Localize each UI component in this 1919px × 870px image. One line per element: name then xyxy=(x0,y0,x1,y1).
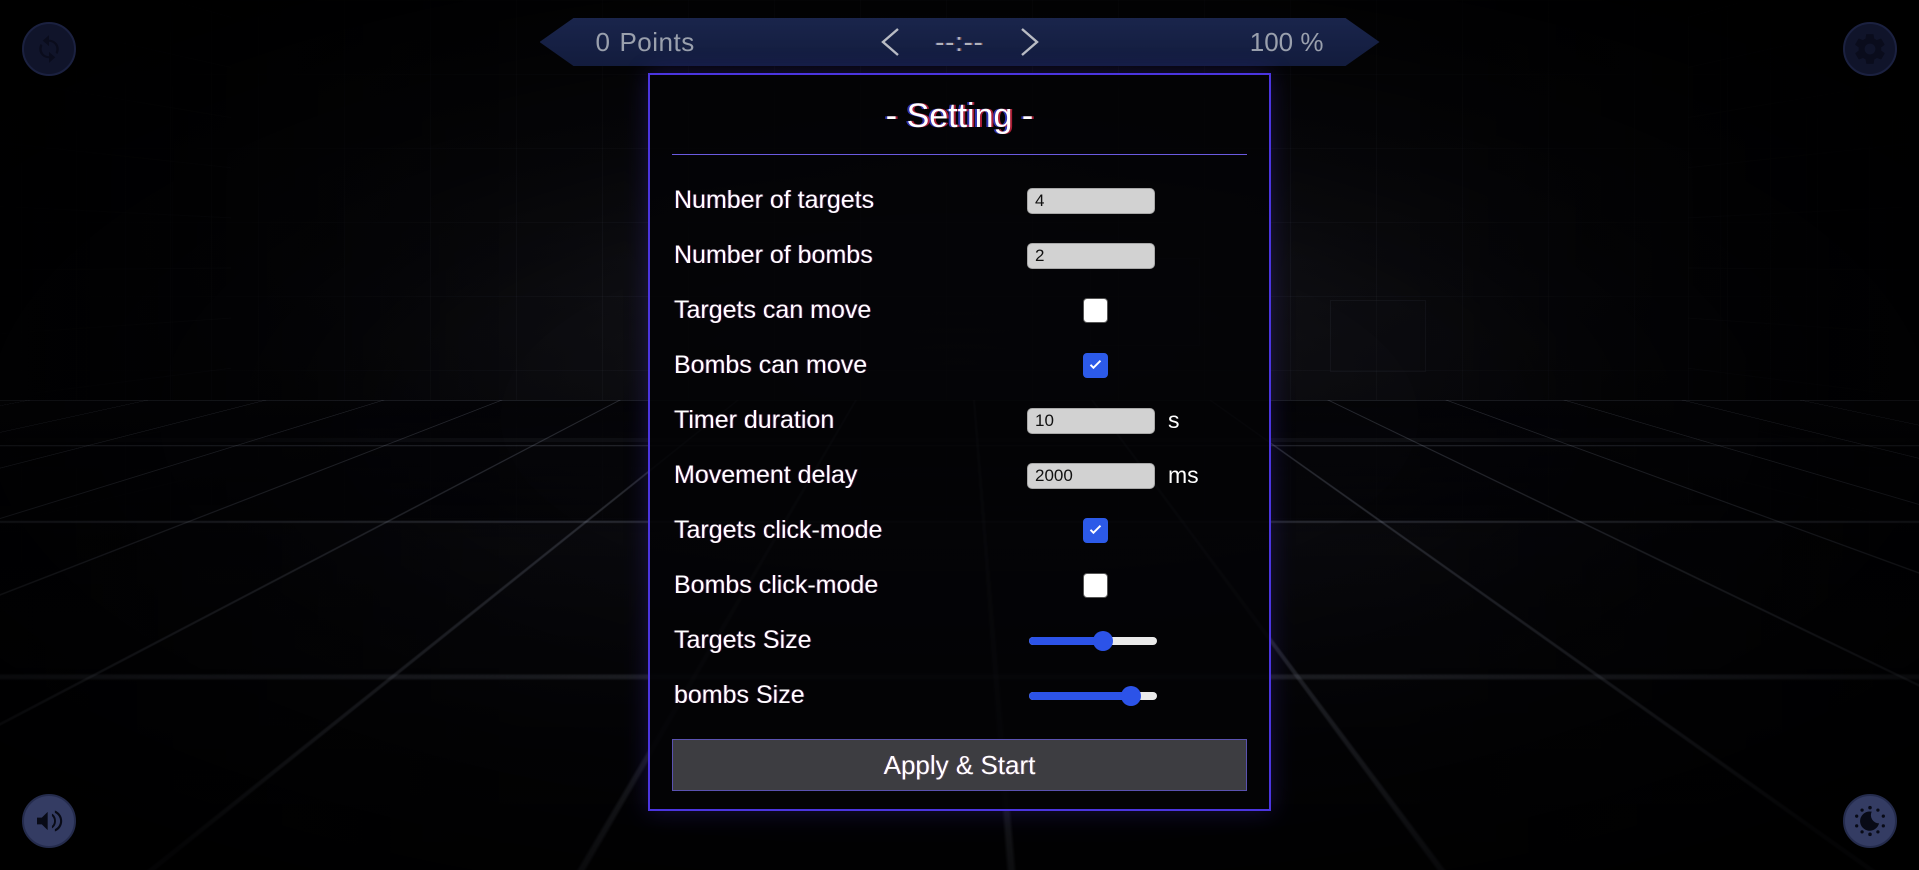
setting-row-targets-size: Targets Size xyxy=(672,613,1247,668)
score-value: 0 xyxy=(595,26,611,57)
hud-bar: 0 Points --:-- 100 % xyxy=(540,18,1380,66)
setting-label: Bombs can move xyxy=(674,351,868,379)
title-divider xyxy=(672,154,1247,155)
setting-row-targets-can-move: Targets can move xyxy=(672,283,1247,338)
setting-row-movement-delay: Movement delay ms xyxy=(672,448,1247,503)
apply-and-start-button[interactable]: Apply & Start xyxy=(672,739,1247,791)
slider-thumb[interactable] xyxy=(1093,630,1114,651)
setting-label: Targets click-mode xyxy=(674,516,883,544)
settings-dialog: - Setting - Number of targets Number of b… xyxy=(648,73,1271,811)
setting-label: Targets Size xyxy=(674,626,812,654)
score-label: Points xyxy=(619,26,695,57)
settings-button[interactable] xyxy=(1843,22,1897,76)
unit-label: ms xyxy=(1168,462,1199,488)
setting-control xyxy=(1027,573,1245,598)
settings-row-list: Number of targets Number of bombs Targets … xyxy=(672,173,1247,723)
checkmark-icon xyxy=(1089,360,1102,370)
score-display: 0 Points xyxy=(596,27,695,58)
targets-size-slider[interactable] xyxy=(1029,630,1157,652)
setting-control: s xyxy=(1027,407,1245,434)
moon-icon xyxy=(1855,805,1885,837)
setting-control xyxy=(1027,630,1245,652)
setting-control xyxy=(1027,187,1245,214)
percent-display: 100 % xyxy=(1249,26,1324,57)
setting-label: Bombs click-mode xyxy=(674,571,879,599)
setting-row-bombs-can-move: Bombs can move xyxy=(672,338,1247,393)
setting-row-targets-click-mode: Targets click-mode xyxy=(672,503,1247,558)
setting-label: Number of targets xyxy=(674,186,875,214)
bombs-click-mode-checkbox[interactable] xyxy=(1083,573,1108,598)
gear-icon xyxy=(1855,34,1885,64)
reset-button[interactable] xyxy=(22,22,76,76)
setting-control xyxy=(1027,518,1245,543)
theme-button[interactable] xyxy=(1843,794,1897,848)
setting-row-bombs-size: bombs Size xyxy=(672,668,1247,723)
speaker-icon xyxy=(37,810,63,832)
setting-label: Timer duration xyxy=(674,406,835,434)
sound-button[interactable] xyxy=(22,794,76,848)
timer-duration-input[interactable] xyxy=(1027,407,1155,434)
chevron-left-icon[interactable] xyxy=(877,27,903,57)
setting-row-number-of-targets: Number of targets xyxy=(672,173,1247,228)
slider-fill xyxy=(1029,636,1104,645)
setting-control xyxy=(1027,298,1245,323)
setting-row-number-of-bombs: Number of bombs xyxy=(672,228,1247,283)
setting-label: Number of bombs xyxy=(674,241,873,269)
checkmark-icon xyxy=(1089,525,1102,535)
setting-control: ms xyxy=(1027,462,1245,489)
timer-display: --:-- xyxy=(935,26,984,57)
number-of-bombs-input[interactable] xyxy=(1027,242,1155,269)
bombs-size-slider[interactable] xyxy=(1029,685,1157,707)
refresh-icon xyxy=(39,35,59,63)
setting-label: bombs Size xyxy=(674,681,805,709)
setting-row-bombs-click-mode: Bombs click-mode xyxy=(672,558,1247,613)
setting-control xyxy=(1027,242,1245,269)
setting-control xyxy=(1027,353,1245,378)
setting-control xyxy=(1027,685,1245,707)
slider-fill xyxy=(1029,691,1132,700)
timer-group: --:-- xyxy=(877,27,1043,58)
setting-label: Targets can move xyxy=(674,296,872,324)
unit-label: s xyxy=(1168,407,1180,433)
setting-row-timer-duration: Timer duration s xyxy=(672,393,1247,448)
targets-can-move-checkbox[interactable] xyxy=(1083,298,1108,323)
setting-label: Movement delay xyxy=(674,461,858,489)
number-of-targets-input[interactable] xyxy=(1027,187,1155,214)
page-title: - Setting - xyxy=(885,97,1034,135)
movement-delay-input[interactable] xyxy=(1027,462,1155,489)
bombs-can-move-checkbox[interactable] xyxy=(1083,353,1108,378)
chevron-right-icon[interactable] xyxy=(1017,27,1043,57)
targets-click-mode-checkbox[interactable] xyxy=(1083,518,1108,543)
slider-thumb[interactable] xyxy=(1121,685,1142,706)
